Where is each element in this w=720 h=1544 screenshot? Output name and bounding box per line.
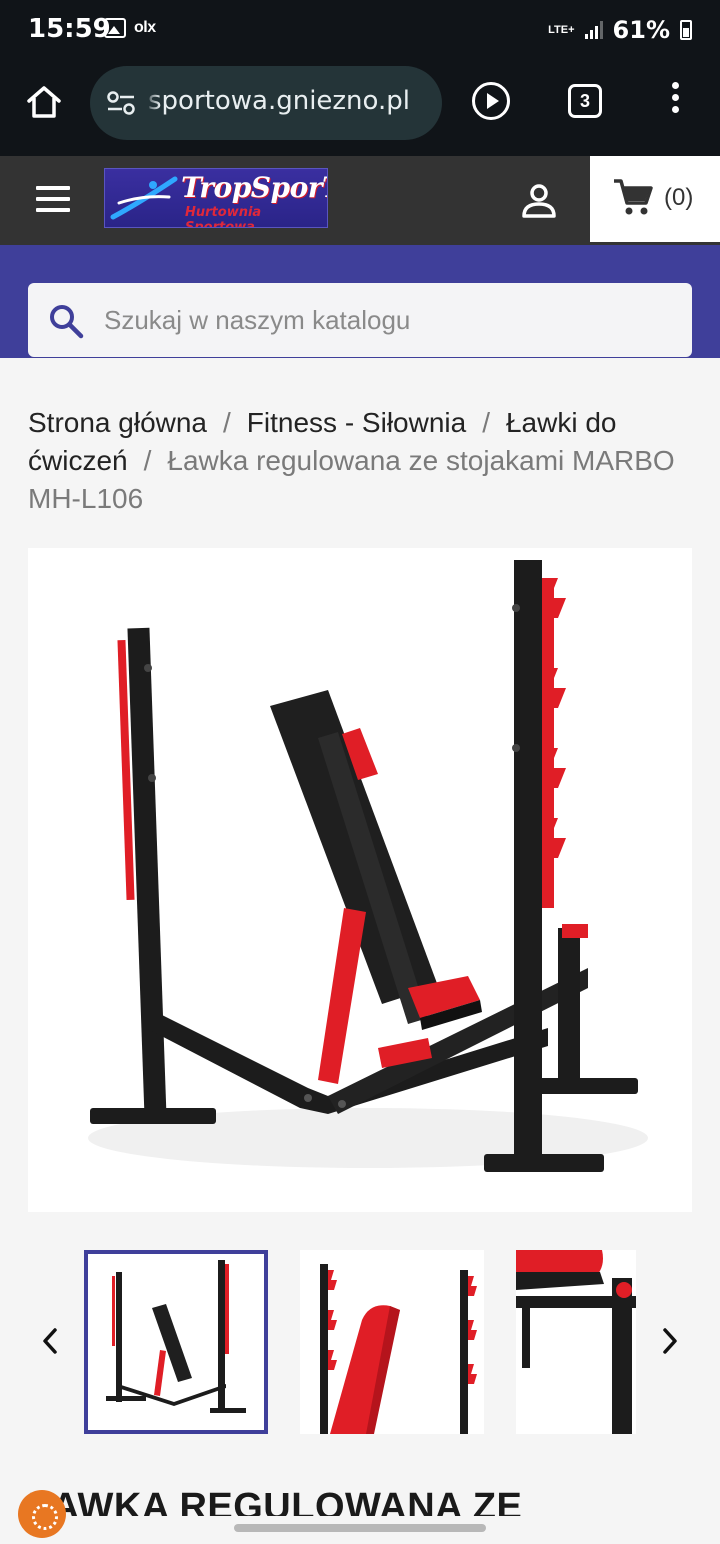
gesture-navigation-bar[interactable] (234, 1524, 486, 1532)
status-bar: 15:59 olx LTE+ 61% (0, 0, 720, 62)
breadcrumb-separator: / (482, 407, 490, 438)
chevron-right-icon[interactable] (658, 1326, 682, 1356)
tab-switcher-button[interactable]: 3 (568, 84, 602, 118)
chat-badge-icon[interactable] (18, 1490, 66, 1538)
search-icon[interactable] (48, 303, 84, 339)
search-band: Szukaj w naszym katalogu (0, 245, 720, 358)
shopping-cart-icon (614, 179, 653, 215)
network-type: LTE+ (548, 23, 575, 36)
breadcrumb: Strona główna / Fitness - Siłownia / Ławki d… (28, 404, 692, 518)
url-fade (144, 66, 160, 140)
search-input[interactable]: Szukaj w naszym katalogu (28, 283, 692, 357)
product-main-image[interactable] (28, 548, 692, 1212)
olx-icon: olx (134, 19, 156, 36)
thumbnail-1-image (106, 1260, 246, 1413)
home-icon[interactable] (24, 82, 64, 122)
thumbnail-3[interactable] (516, 1250, 636, 1434)
logo-swoosh-icon (110, 176, 178, 220)
signal-icon (584, 21, 603, 39)
status-time: 15:59 (28, 14, 111, 44)
cart-button[interactable]: (0) (590, 156, 720, 242)
logo-title: TropSporT (181, 171, 328, 204)
cart-count: (0) (664, 184, 694, 211)
thumbnail-carousel (0, 1248, 720, 1438)
site-logo[interactable]: TropSporT Hurtownia Sportowa (104, 168, 328, 228)
logo-subtitle: Hurtownia Sportowa (185, 205, 262, 228)
url-bar[interactable]: sportowa.gniezno.pl (90, 66, 442, 140)
user-account-icon[interactable] (518, 180, 560, 222)
url-text: sportowa.gniezno.pl (148, 86, 410, 116)
breadcrumb-separator: / (223, 407, 231, 438)
thumbnail-1[interactable] (84, 1250, 268, 1434)
more-menu-icon[interactable] (668, 82, 682, 122)
hamburger-menu-icon[interactable] (36, 186, 70, 212)
bench-illustration (88, 560, 648, 1172)
breadcrumb-fitness[interactable]: Fitness - Siłownia (247, 407, 466, 438)
battery-percent: 61% (612, 16, 670, 44)
site-header: TropSporT Hurtownia Sportowa (0) (0, 156, 720, 245)
chevron-left-icon[interactable] (38, 1326, 62, 1356)
thumbnail-3-image (516, 1250, 636, 1434)
search-placeholder: Szukaj w naszym katalogu (104, 305, 411, 335)
play-icon[interactable] (472, 82, 510, 120)
breadcrumb-separator: / (143, 445, 152, 476)
image-icon (104, 18, 126, 38)
thumbnail-2-image (320, 1264, 477, 1434)
notification-icons: olx (104, 18, 156, 38)
breadcrumb-home[interactable]: Strona główna (28, 407, 207, 438)
thumbnail-2[interactable] (300, 1250, 484, 1434)
product-title: ŁAWKA REGULOWANA ZE (28, 1486, 523, 1516)
system-indicators: LTE+ 61% (548, 16, 692, 44)
site-settings-icon[interactable] (106, 90, 136, 116)
browser-toolbar: sportowa.gniezno.pl 3 (0, 62, 720, 156)
battery-icon (680, 20, 692, 40)
